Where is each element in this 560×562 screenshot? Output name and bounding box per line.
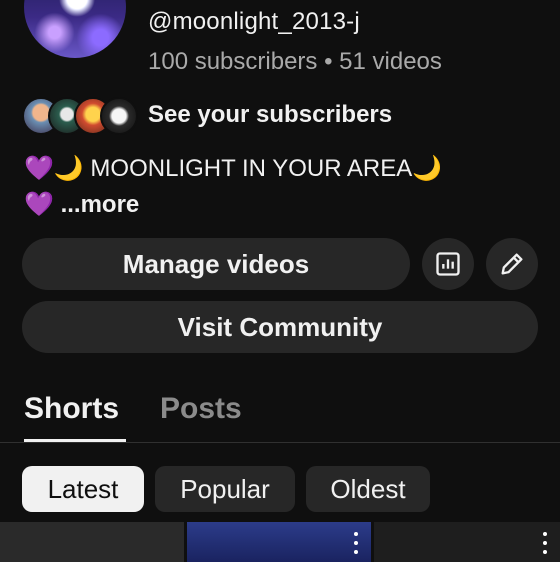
short-thumbnail[interactable] [0, 522, 184, 562]
more-options-icon[interactable] [353, 532, 359, 554]
channel-stats: 100 subscribers • 51 videos [148, 48, 442, 75]
edit-channel-button[interactable] [486, 238, 538, 290]
subscriber-avatars[interactable] [22, 97, 138, 135]
visit-community-label: Visit Community [177, 311, 383, 342]
analytics-button[interactable] [422, 238, 474, 290]
filter-chip-latest[interactable]: Latest [22, 466, 144, 512]
channel-avatar[interactable] [24, 0, 126, 58]
filter-chip-oldest[interactable]: Oldest [306, 466, 430, 512]
more-link[interactable]: ...more [61, 191, 140, 218]
channel-description-more[interactable]: 💜 ...more [24, 190, 139, 219]
see-subscribers-link[interactable]: See your subscribers [148, 101, 392, 129]
tabs-divider [0, 442, 560, 443]
analytics-icon [436, 252, 460, 276]
filter-chip-popular[interactable]: Popular [155, 466, 295, 512]
visit-community-button[interactable]: Visit Community [22, 301, 538, 353]
pencil-icon [501, 253, 523, 275]
tab-shorts[interactable]: Shorts [24, 392, 119, 426]
channel-description: 💜🌙 MOONLIGHT IN YOUR AREA🌙 [24, 155, 443, 182]
manage-videos-button[interactable]: Manage videos [22, 238, 410, 290]
manage-videos-label: Manage videos [122, 248, 310, 279]
channel-handle: @moonlight_2013-j [148, 8, 360, 35]
more-options-icon[interactable] [542, 532, 548, 554]
subscriber-avatar [100, 97, 138, 135]
short-thumbnail[interactable] [187, 522, 371, 562]
purple-heart-emoji: 💜 [24, 191, 54, 218]
tab-posts[interactable]: Posts [160, 392, 242, 426]
short-thumbnail[interactable] [374, 522, 560, 562]
